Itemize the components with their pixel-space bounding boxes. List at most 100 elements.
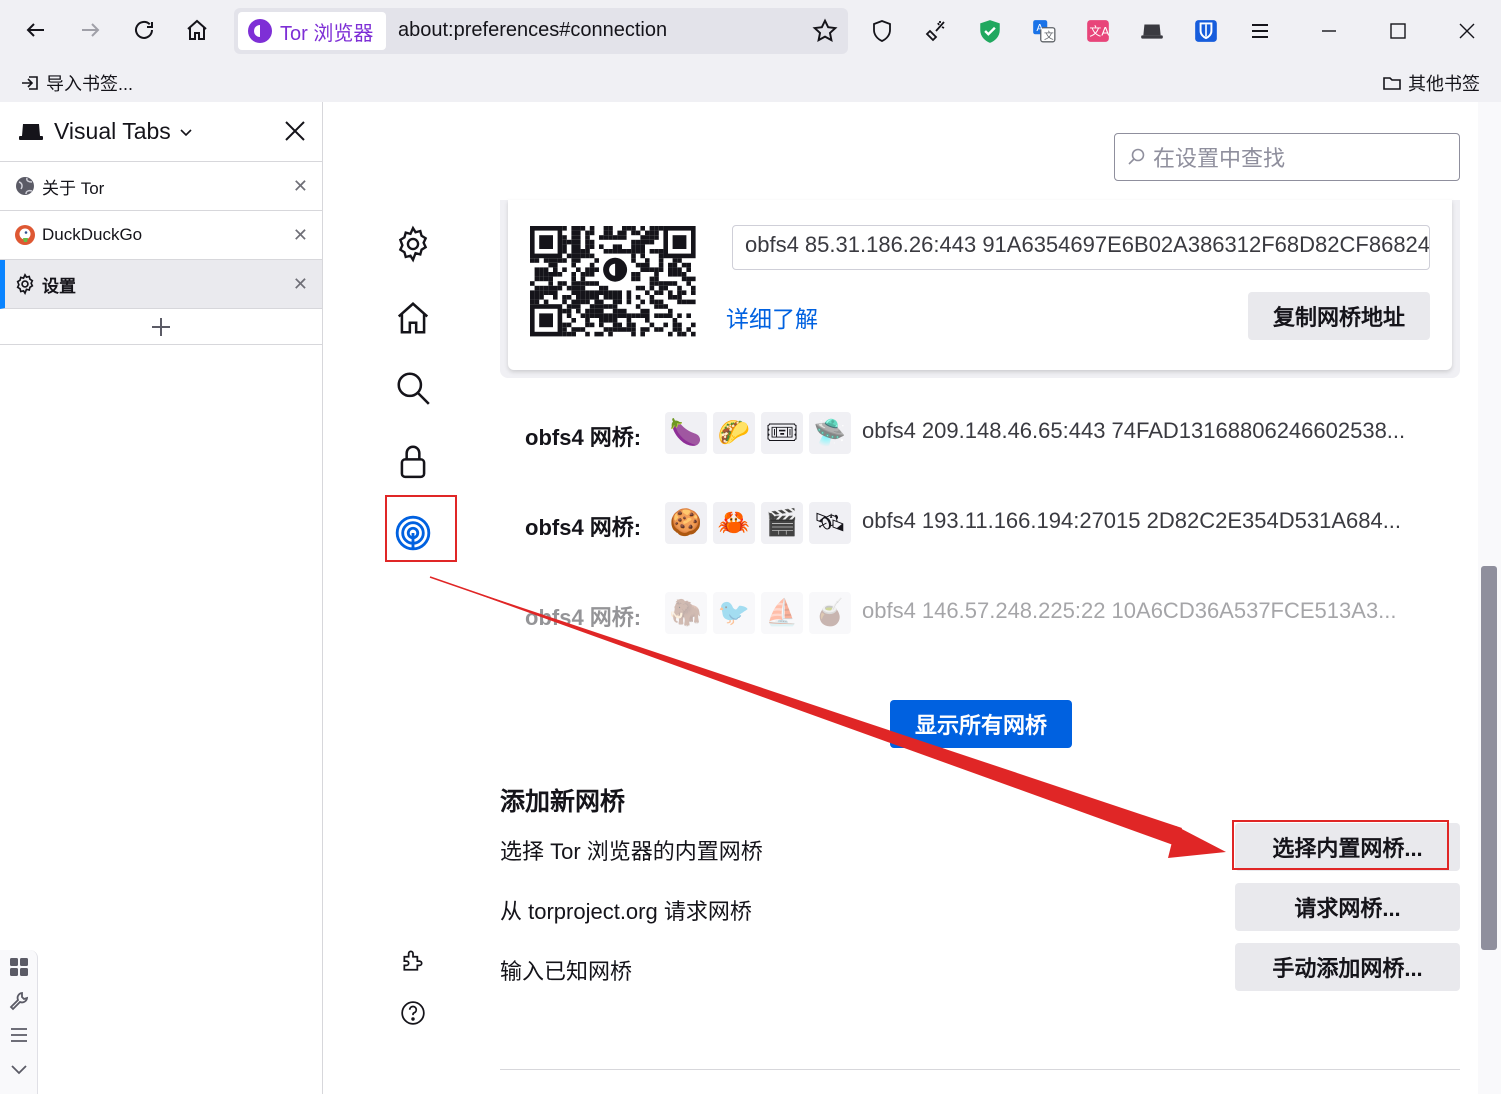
import-bookmarks-item[interactable]: 导入书签... [20, 70, 133, 96]
close-tab-icon[interactable]: ✕ [293, 176, 308, 197]
extensions-themes-link[interactable] [393, 940, 433, 980]
show-all-bridges-button[interactable]: 显示所有网桥 [890, 700, 1072, 748]
svg-text:文A: 文A [1089, 24, 1110, 38]
bridge-emoji: 🍆 [665, 412, 707, 454]
hat-icon [1141, 24, 1163, 39]
green-shield-check-icon [980, 20, 1000, 43]
svg-text:A: A [1036, 23, 1043, 34]
tab-label: DuckDuckGo [42, 225, 143, 244]
category-general[interactable] [393, 224, 433, 264]
browser-toolbar: Tor 浏览器 about:preferences#connection A文 … [0, 0, 1501, 62]
list-view-button[interactable] [0, 1018, 38, 1052]
visual-tabs-extension[interactable] [1138, 17, 1166, 45]
bridge-row[interactable]: obfs4 网桥: 🍆 🌮 🎟 🛸 obfs4 209.148.46.65:44… [500, 408, 1460, 458]
add-bridge-heading: 添加新网桥 [500, 788, 626, 816]
translate-extension[interactable]: A文 [1030, 17, 1058, 45]
bitwarden-shield-icon [1195, 20, 1217, 42]
broom-icon [925, 21, 945, 42]
plus-icon [152, 317, 170, 336]
reload-icon [135, 20, 153, 39]
learn-more-link[interactable]: 详细了解 [726, 300, 818, 334]
sidebar-tab-duckduckgo[interactable]: DuckDuckGo ✕ [0, 211, 322, 260]
bridge-type-label: obfs4 网桥: [525, 425, 642, 450]
tab-label: 设置 [42, 276, 76, 296]
settings-search-input[interactable]: 在设置中查找 [1114, 133, 1460, 181]
bridge-row[interactable]: obfs4 网桥: 🍪 🦀 🎬 🛰 obfs4 193.11.166.194:2… [500, 498, 1460, 548]
bitwarden-extension[interactable] [1192, 17, 1220, 45]
grid-view-button[interactable] [0, 950, 38, 984]
tab-label: 关于 Tor [42, 178, 105, 198]
annotation-highlight-box [385, 495, 457, 562]
request-bridge-button[interactable]: 请求网桥... [1235, 883, 1460, 931]
maximize-icon [1390, 23, 1406, 39]
url-text[interactable]: about:preferences#connection [398, 19, 667, 42]
visual-tabs-sidebar: Visual Tabs 关于 Tor ✕ DuckDuckGo ✕ 设置 ✕ [0, 102, 323, 1094]
search-icon [397, 372, 430, 405]
sidebar-tab-settings[interactable]: 设置 ✕ [0, 260, 322, 309]
bridge-emoji: 🦣 [665, 592, 707, 634]
category-search[interactable] [393, 368, 433, 408]
sidebar-tool-strip [0, 950, 38, 1094]
dictionary-extension[interactable]: 文A [1084, 17, 1112, 45]
tools-button[interactable] [0, 984, 38, 1018]
bridge-emoji: 🐦 [713, 592, 755, 634]
copy-bridge-address-button[interactable]: 复制网桥地址 [1248, 292, 1430, 340]
minimize-window-button[interactable] [1309, 14, 1349, 48]
add-bridge-manually-button[interactable]: 手动添加网桥... [1235, 943, 1460, 991]
search-placeholder: 在设置中查找 [1153, 146, 1286, 171]
bridge-address: obfs4 209.148.46.65:443 74FAD13168806246… [862, 418, 1406, 443]
url-bar[interactable]: Tor 浏览器 about:preferences#connection [234, 8, 848, 54]
bridge-address: obfs4 193.11.166.194:27015 2D82C2E354D53… [862, 508, 1402, 533]
support-link[interactable] [393, 993, 433, 1033]
bridge-emoji: 🦀 [713, 502, 755, 544]
category-home[interactable] [393, 298, 433, 338]
forward-arrow-icon [82, 23, 100, 37]
category-privacy[interactable] [393, 441, 433, 481]
close-window-button[interactable] [1447, 14, 1487, 48]
close-tab-icon[interactable]: ✕ [293, 274, 308, 295]
new-identity-button[interactable] [922, 17, 950, 45]
bridge-emoji: ⛵ [761, 592, 803, 634]
globe-icon [14, 175, 36, 197]
hat-icon [19, 123, 43, 140]
maximize-window-button[interactable] [1378, 14, 1418, 48]
puzzle-icon [403, 950, 423, 971]
sidebar-tab-about-tor[interactable]: 关于 Tor ✕ [0, 162, 322, 211]
bridge-type-label: obfs4 网桥: [525, 515, 642, 540]
other-bookmarks-folder[interactable]: 其他书签 [1382, 70, 1480, 96]
chevron-down-icon [180, 128, 192, 136]
wrench-icon [9, 991, 29, 1011]
duckduckgo-icon [14, 224, 36, 246]
bridge-emoji: 🧉 [809, 592, 851, 634]
folder-icon [1383, 77, 1401, 90]
bridge-line-field[interactable]: obfs4 85.31.186.26:443 91A6354697E6B02A3… [732, 225, 1430, 270]
home-icon [187, 19, 207, 40]
bridge-row[interactable]: obfs4 网桥: 🦣 🐦 ⛵ 🧉 obfs4 146.57.248.225:2… [500, 588, 1460, 638]
bridge-address: obfs4 146.57.248.225:22 10A6CD36A537FCE5… [862, 598, 1397, 623]
forward-button[interactable] [72, 12, 108, 48]
reload-button[interactable] [126, 12, 162, 48]
close-sidebar-icon[interactable] [282, 118, 308, 144]
gear-icon [14, 273, 36, 295]
help-icon [401, 1001, 425, 1025]
svg-text:文: 文 [1044, 29, 1054, 42]
collapse-button[interactable] [0, 1052, 38, 1086]
home-button[interactable] [179, 12, 215, 48]
back-button[interactable] [18, 12, 54, 48]
close-tab-icon[interactable]: ✕ [293, 225, 308, 246]
identity-box[interactable]: Tor 浏览器 [238, 12, 386, 50]
scrollbar-thumb[interactable] [1481, 566, 1497, 950]
adguard-extension[interactable] [976, 17, 1004, 45]
search-icon [1128, 148, 1145, 165]
bridge-emoji: 🎬 [761, 502, 803, 544]
bookmark-star-icon[interactable] [812, 18, 838, 44]
shield-icon [873, 20, 891, 42]
new-tab-button[interactable] [0, 309, 322, 345]
chevron-down-icon [11, 1065, 27, 1075]
sidebar-title: Visual Tabs [54, 118, 171, 144]
app-menu-button[interactable] [1246, 17, 1274, 45]
list-icon [11, 1028, 27, 1042]
shield-button[interactable] [868, 17, 896, 45]
sidebar-header[interactable]: Visual Tabs [0, 102, 322, 162]
bridge-emoji: 🎟 [761, 412, 803, 454]
